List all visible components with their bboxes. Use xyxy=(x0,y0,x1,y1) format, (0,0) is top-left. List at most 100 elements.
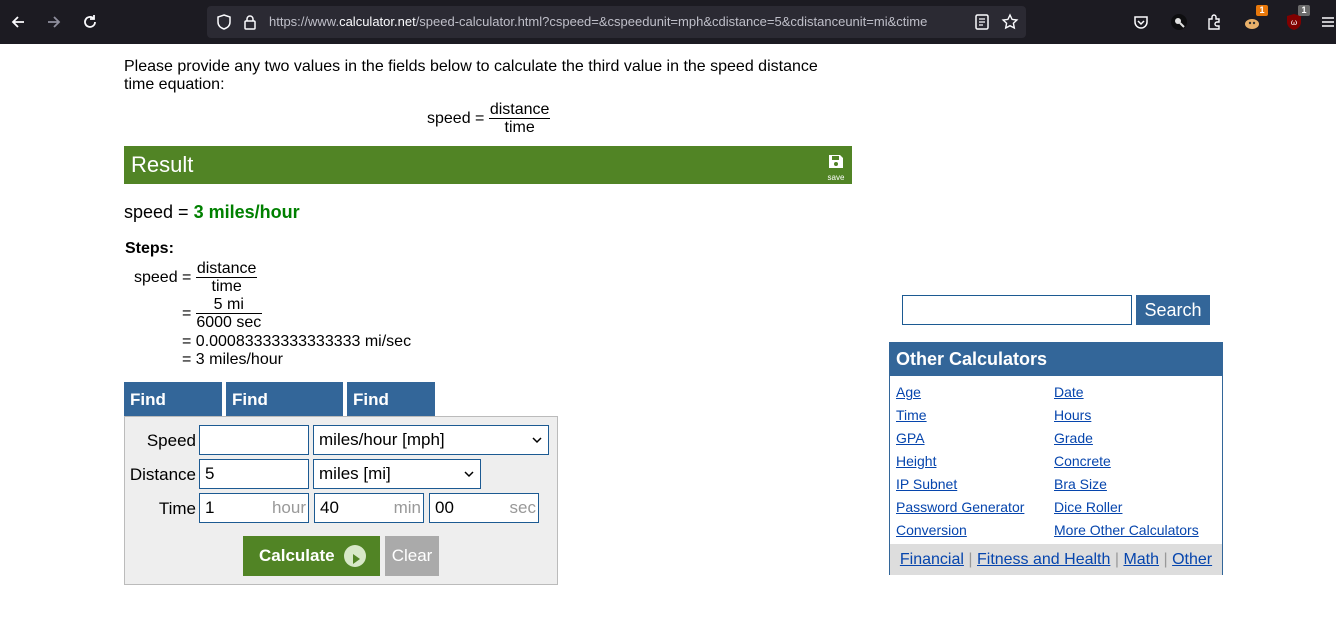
hours-value: 1 xyxy=(205,498,215,517)
back-arrow-icon xyxy=(11,16,24,28)
bookmark-star-icon[interactable] xyxy=(1001,13,1019,31)
menu-button[interactable] xyxy=(1314,8,1336,36)
steps-title: Steps: xyxy=(125,240,174,257)
link-height[interactable]: Height xyxy=(896,453,936,469)
link-bra-size[interactable]: Bra Size xyxy=(1054,476,1107,492)
url-bar[interactable]: https://www.calculator.net/speed-calcula… xyxy=(207,6,1026,38)
link-conversion[interactable]: Conversion xyxy=(896,522,967,538)
forward-button[interactable] xyxy=(40,8,68,36)
link-time[interactable]: Time xyxy=(896,407,927,423)
reload-icon xyxy=(84,15,96,28)
minutes-value: 40 xyxy=(320,498,339,517)
extension-badge-1: 1 xyxy=(1256,5,1268,16)
step-lhs: speed = xyxy=(134,269,192,286)
reload-button[interactable] xyxy=(76,8,104,36)
back-button[interactable] xyxy=(4,8,32,36)
tab-find-time[interactable]: Find Time xyxy=(347,382,435,444)
link-concrete[interactable]: Concrete xyxy=(1054,453,1111,469)
result-header: Result save xyxy=(124,146,852,184)
step-2-fraction: 5 mi 6000 sec xyxy=(195,296,262,332)
play-icon xyxy=(344,545,366,567)
speed-input[interactable] xyxy=(199,425,309,455)
link-dice-roller[interactable]: Dice Roller xyxy=(1054,499,1122,515)
category-links: Financial | Fitness and Health | Math | … xyxy=(890,544,1222,575)
account-button[interactable] xyxy=(1165,8,1193,36)
calculate-button[interactable]: Calculate xyxy=(243,536,380,576)
step-2: = 5 mi 6000 sec xyxy=(182,296,262,332)
link-financial[interactable]: Financial xyxy=(900,551,964,568)
separator: | xyxy=(1163,551,1173,568)
link-hours[interactable]: Hours xyxy=(1054,407,1091,423)
save-button[interactable]: save xyxy=(826,154,846,182)
hours-input[interactable]: 1 hour xyxy=(199,493,309,523)
distance-unit-select[interactable]: miles [mi] xyxy=(313,459,481,489)
link-age[interactable]: Age xyxy=(896,384,921,400)
shield-icon[interactable] xyxy=(215,13,233,31)
formula-numerator: distance xyxy=(488,101,551,119)
account-avatar-icon xyxy=(1171,14,1187,30)
result-label: speed = xyxy=(124,202,194,222)
speed-label: Speed xyxy=(146,431,196,450)
result-line: speed = 3 miles/hour xyxy=(124,202,300,222)
calculate-label: Calculate xyxy=(259,546,335,565)
speed-unit-select[interactable]: miles/hour [mph] xyxy=(313,425,549,455)
ublock-badge: 1 xyxy=(1298,5,1310,16)
seconds-input[interactable]: 00 sec xyxy=(429,493,539,523)
hours-unit: hour xyxy=(271,498,306,517)
distance-label: Distance xyxy=(129,465,196,484)
step-4: = 3 miles/hour xyxy=(182,351,283,368)
url-path: /speed-calculator.html?cspeed=&cspeeduni… xyxy=(415,14,928,29)
minutes-input[interactable]: 40 min xyxy=(314,493,424,523)
other-calculators-title: Other Calculators xyxy=(890,343,1222,376)
other-calculators-box: Other Calculators Age Time GPA Height IP… xyxy=(889,342,1223,575)
url-host: calculator.net xyxy=(339,14,416,29)
save-label: save xyxy=(827,173,845,182)
intro-text: Please provide any two values in the fie… xyxy=(124,58,818,93)
pocket-icon xyxy=(1134,16,1148,29)
chevron-down-icon xyxy=(532,437,542,444)
clear-button[interactable]: Clear xyxy=(385,536,439,576)
pocket-button[interactable] xyxy=(1127,8,1155,36)
distance-unit-value: miles [mi] xyxy=(319,464,391,483)
link-grade[interactable]: Grade xyxy=(1054,430,1093,446)
step-2-eq: = xyxy=(182,305,192,322)
search-input[interactable] xyxy=(902,295,1132,325)
step-3: = 0.00083333333333333 mi/sec xyxy=(182,333,412,350)
step-2-numerator: 5 mi xyxy=(195,296,262,314)
tab-find-speed[interactable]: Find Speed xyxy=(124,382,222,444)
search-button[interactable]: Search xyxy=(1136,295,1210,325)
browser-toolbar: https://www.calculator.net/speed-calcula… xyxy=(0,0,1336,44)
step-1-numerator: distance xyxy=(195,260,258,278)
puzzle-icon xyxy=(1208,14,1220,30)
forward-arrow-icon xyxy=(48,16,61,28)
speed-formula: speed = distance time xyxy=(427,101,551,137)
link-password-generator[interactable]: Password Generator xyxy=(896,499,1024,515)
time-label: Time xyxy=(158,499,196,518)
url-text[interactable]: https://www.calculator.net/speed-calcula… xyxy=(269,14,975,30)
link-other[interactable]: Other xyxy=(1172,551,1212,568)
step-2-denominator: 6000 sec xyxy=(196,314,262,331)
tab-find-distance[interactable]: Find Distance xyxy=(226,382,343,444)
extension-button-1[interactable]: 1 xyxy=(1238,5,1268,36)
link-more-other-calculators[interactable]: More Other Calculators xyxy=(1054,522,1199,538)
formula-lhs: speed = xyxy=(427,110,485,127)
floppy-disk-icon xyxy=(829,155,843,168)
reader-view-icon[interactable] xyxy=(973,13,991,31)
minutes-unit: min xyxy=(393,498,421,517)
extensions-button[interactable] xyxy=(1200,8,1228,36)
distance-input[interactable]: 5 xyxy=(199,459,309,489)
link-ip-subnet[interactable]: IP Subnet xyxy=(896,476,957,492)
link-date[interactable]: Date xyxy=(1054,384,1084,400)
link-gpa[interactable]: GPA xyxy=(896,430,925,446)
step-1-denominator: time xyxy=(211,278,242,295)
formula-denominator: time xyxy=(504,119,535,136)
chevron-down-icon xyxy=(464,471,474,478)
link-fitness-and-health[interactable]: Fitness and Health xyxy=(977,551,1110,568)
ublock-button[interactable]: ω 1 xyxy=(1280,5,1310,36)
lock-icon[interactable] xyxy=(241,13,259,31)
url-prefix: https://www. xyxy=(269,14,340,29)
seconds-unit: sec xyxy=(509,498,536,517)
result-title: Result xyxy=(131,152,194,177)
link-math[interactable]: Math xyxy=(1123,551,1159,568)
speed-unit-value: miles/hour [mph] xyxy=(319,430,445,449)
